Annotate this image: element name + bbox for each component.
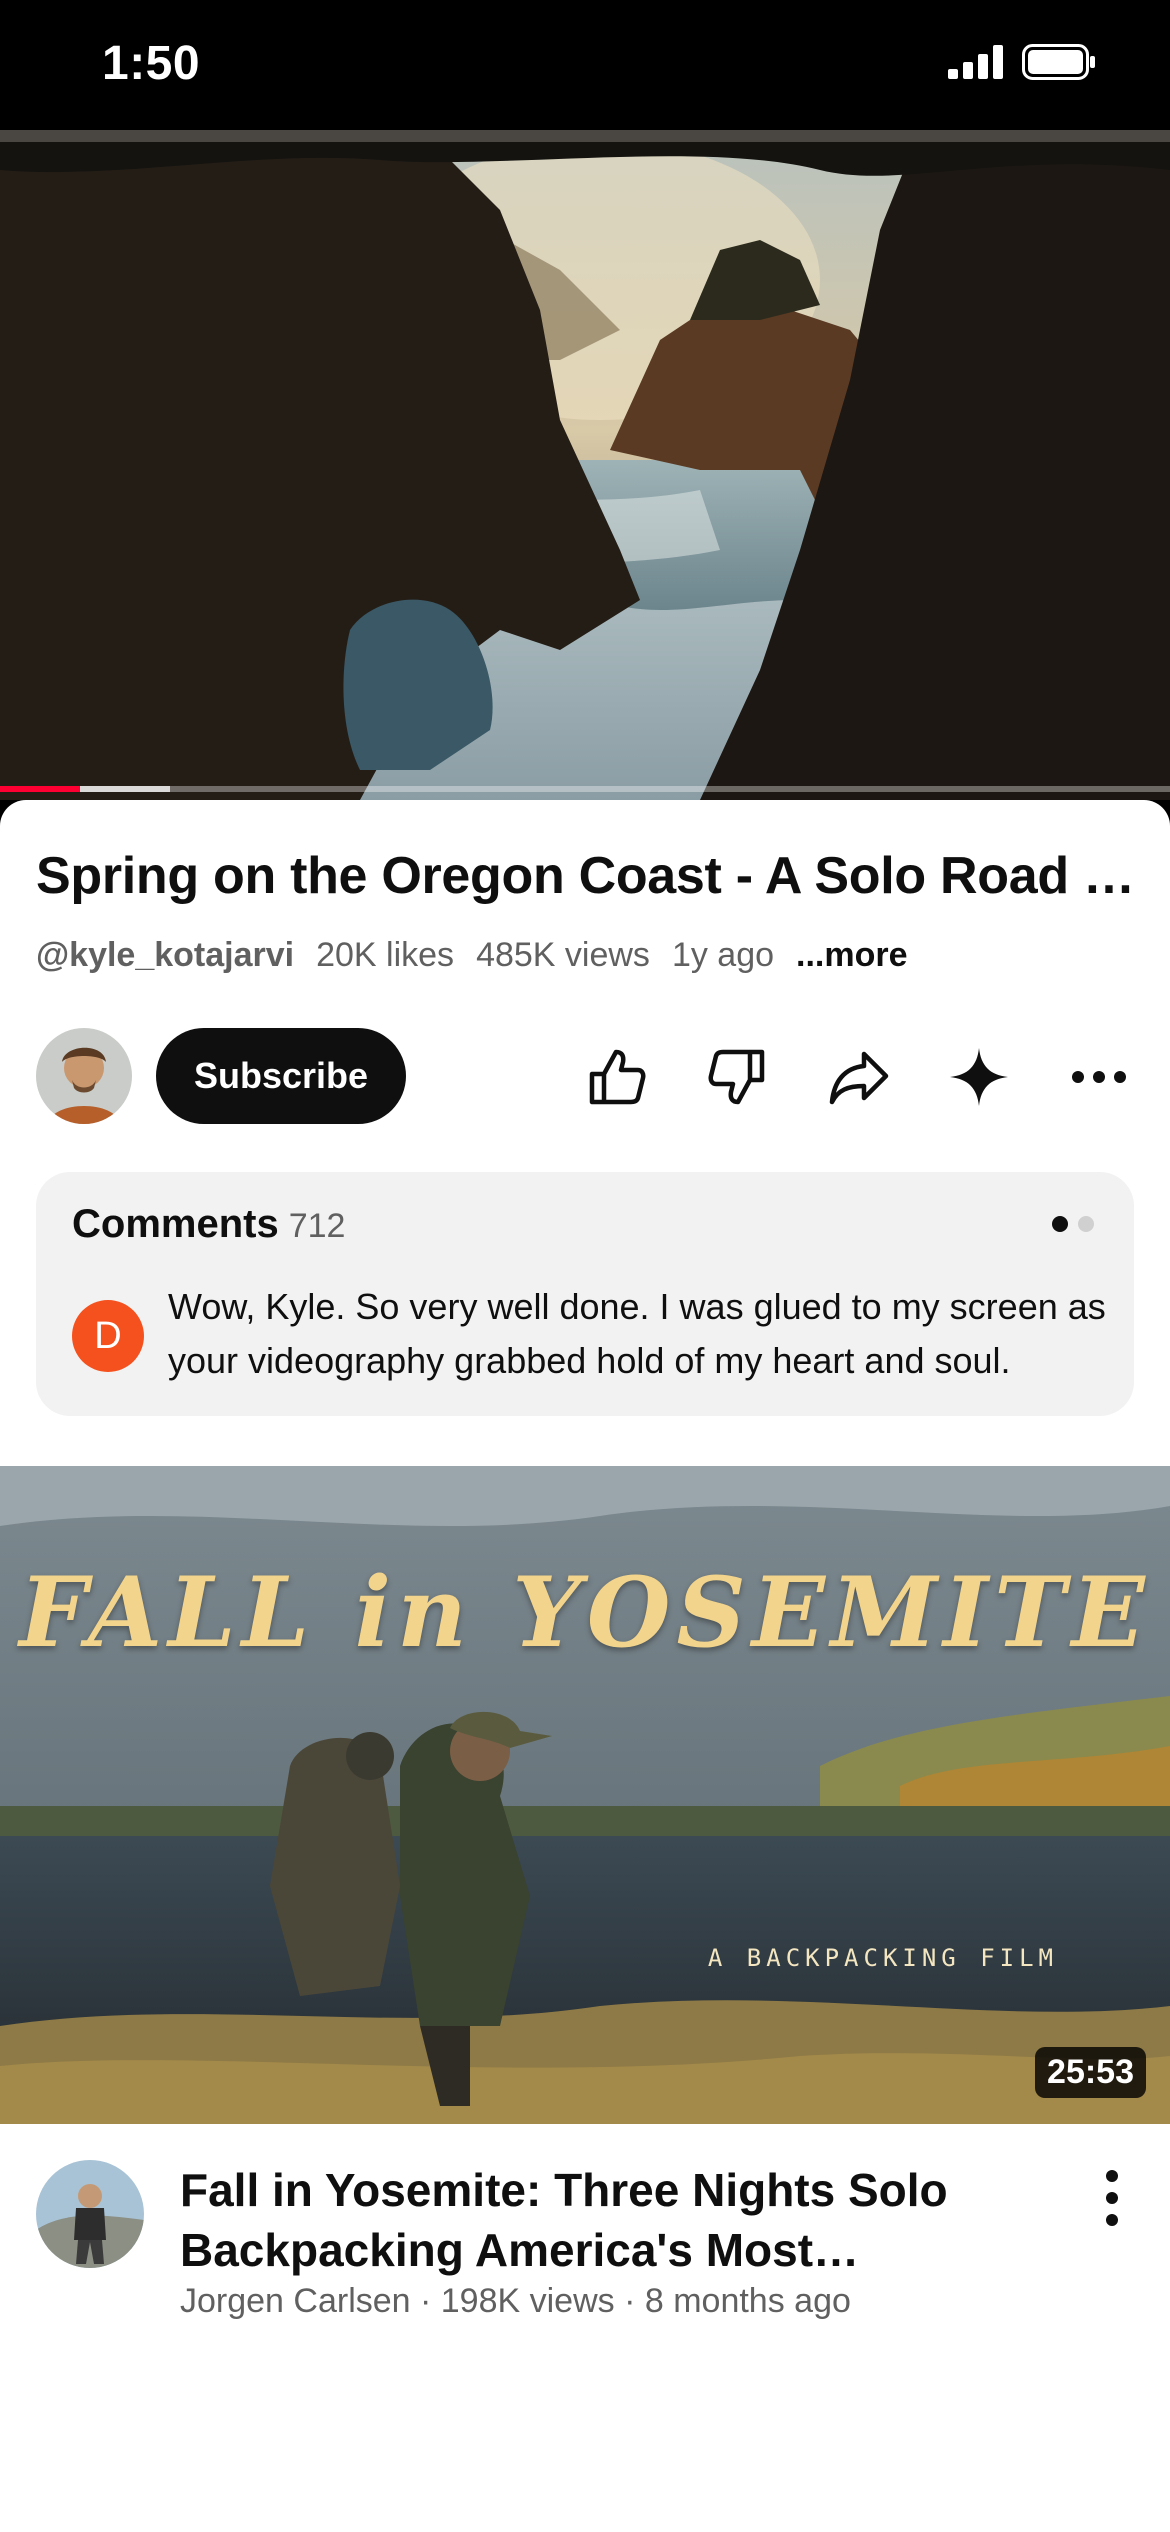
- video-meta[interactable]: @kyle_kotajarvi 20K likes 485K views 1y …: [36, 930, 908, 980]
- thumbnail-subtitle: A BACKPACKING FILM: [707, 1944, 1058, 1972]
- dislike-icon[interactable]: [704, 1044, 770, 1110]
- comments-card[interactable]: Comments 712 D Wow, Kyle. So very well do…: [36, 1172, 1134, 1416]
- carousel-dots: [1052, 1216, 1094, 1232]
- video-title[interactable]: Spring on the Oregon Coast - A Solo Road…: [36, 844, 1136, 908]
- likes-count: 20K likes: [316, 936, 455, 974]
- progress-played: [0, 786, 80, 792]
- next-channel-avatar[interactable]: [36, 2160, 144, 2268]
- player-top-edge: [0, 130, 1170, 142]
- watch-panel: Spring on the Oregon Coast - A Solo Road…: [0, 800, 1170, 2532]
- duration-badge: 25:53: [1035, 2047, 1146, 2098]
- comments-count: 712: [288, 1207, 346, 1245]
- comment-preview: Wow, Kyle. So very well done. I was glue…: [168, 1286, 1106, 1381]
- subscribe-button[interactable]: Subscribe: [156, 1028, 406, 1124]
- views-count: 485K views: [476, 936, 650, 974]
- next-video-info[interactable]: Fall in Yosemite: Three Nights Solo Back…: [0, 2124, 1170, 2344]
- status-time: 1:50: [102, 37, 201, 90]
- next-video-title[interactable]: Fall in Yosemite: Three Nights Solo Back…: [180, 2160, 1020, 2280]
- more-icon[interactable]: [1066, 1044, 1132, 1110]
- status-icons: [948, 44, 1096, 80]
- sparkle-icon[interactable]: [946, 1044, 1012, 1110]
- share-icon[interactable]: [826, 1044, 892, 1110]
- like-icon[interactable]: [584, 1044, 650, 1110]
- thumbnail-title: FALL in YOSEMITE: [19, 1556, 1151, 1669]
- battery-icon: [1022, 44, 1095, 80]
- more-link[interactable]: ...more: [796, 930, 907, 980]
- comments-label: Comments: [72, 1202, 279, 1246]
- signal-icon: [948, 45, 1003, 79]
- next-video-thumbnail[interactable]: FALL in YOSEMITE A BACKPACKING FILM 25:5…: [0, 1466, 1170, 2124]
- next-video-meta: Jorgen Carlsen · 198K views · 8 months a…: [180, 2282, 851, 2320]
- channel-avatar[interactable]: [36, 1028, 132, 1124]
- commenter-avatar: D: [72, 1300, 144, 1372]
- dot-inactive: [1078, 1216, 1094, 1232]
- channel-handle[interactable]: @kyle_kotajarvi: [36, 930, 294, 980]
- channel-row: Subscribe: [36, 1028, 1136, 1128]
- status-bar: 1:50: [0, 0, 1170, 130]
- progress-bar[interactable]: [0, 786, 1170, 792]
- comments-header: Comments 712: [72, 1202, 345, 1247]
- upload-age: 1y ago: [671, 936, 775, 974]
- kebab-menu-icon[interactable]: [1102, 2168, 1122, 2228]
- video-player[interactable]: [0, 130, 1170, 800]
- video-frame: [0, 130, 1170, 800]
- dot-active: [1052, 1216, 1068, 1232]
